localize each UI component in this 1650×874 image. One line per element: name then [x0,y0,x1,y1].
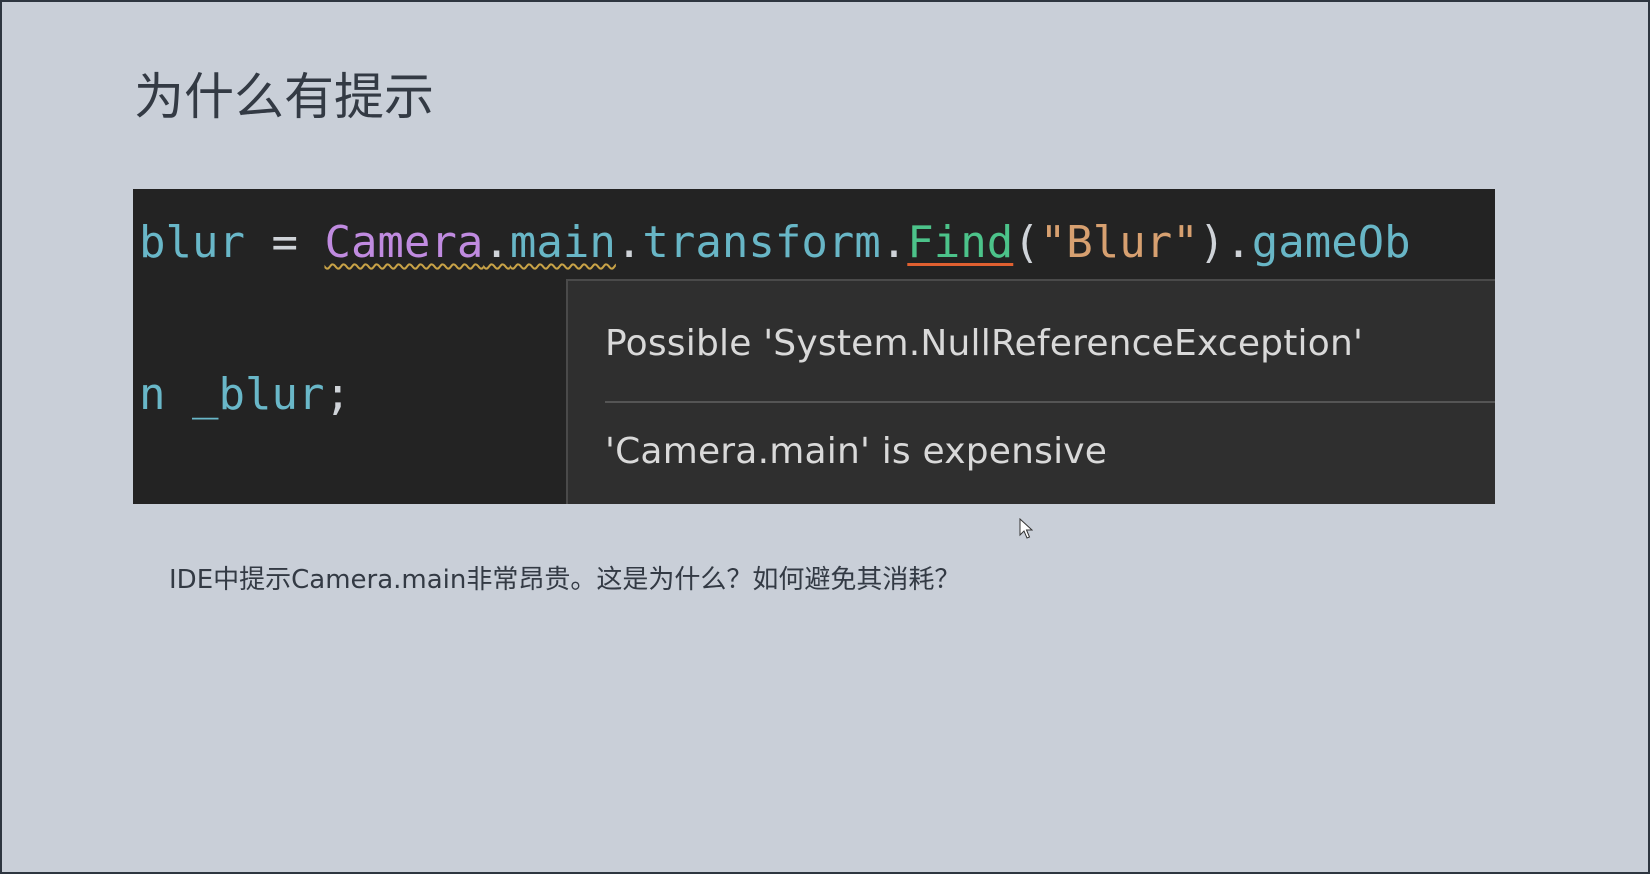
code-token-find-method[interactable]: Find [907,217,1013,268]
code-token-string: "Blur" [1039,217,1199,268]
code-token-camera-class: Camera [324,217,484,268]
code-token-semicolon: ; [324,369,351,420]
code-token-assign: = [244,217,325,268]
tooltip-divider [605,401,1495,403]
tooltip-warning-camera-main-expensive[interactable]: 'Camera.main' is expensive [605,431,1107,472]
code-token-open-paren: ( [1013,217,1040,268]
code-token-variable: blur [139,217,245,268]
code-token-dot: . [880,217,908,268]
code-token-transform: transform [642,217,881,268]
mouse-pointer-icon [1019,518,1033,539]
ide-warning-tooltip: Possible 'System.NullReferenceException'… [566,279,1495,504]
code-token-gameobject-truncated: gameOb [1251,217,1411,268]
code-token-dot: . [483,217,510,268]
code-line-2: n _blur; [139,367,351,423]
code-token-main: main [509,217,616,268]
code-token-prefix: n [139,369,192,420]
slide: 为什么有提示 blur = Camera.main.transform.Find… [2,2,1648,872]
code-line-1: blur = Camera.main.transform.Find("Blur"… [139,215,1411,271]
slide-caption: IDE中提示Camera.main非常昂贵。这是为什么？如何避免其消耗？ [169,565,961,595]
code-token-blur-field: _blur [191,369,325,420]
code-token-camera-main-warning[interactable]: Camera.main [324,217,615,268]
tooltip-warning-null-reference[interactable]: Possible 'System.NullReferenceException' [605,323,1363,364]
code-token-close-paren: ) [1198,217,1226,268]
code-token-dot: . [1225,217,1252,268]
code-screenshot: blur = Camera.main.transform.Find("Blur"… [133,189,1495,504]
code-token-dot: . [615,217,643,268]
slide-title: 为什么有提示 [134,68,434,126]
